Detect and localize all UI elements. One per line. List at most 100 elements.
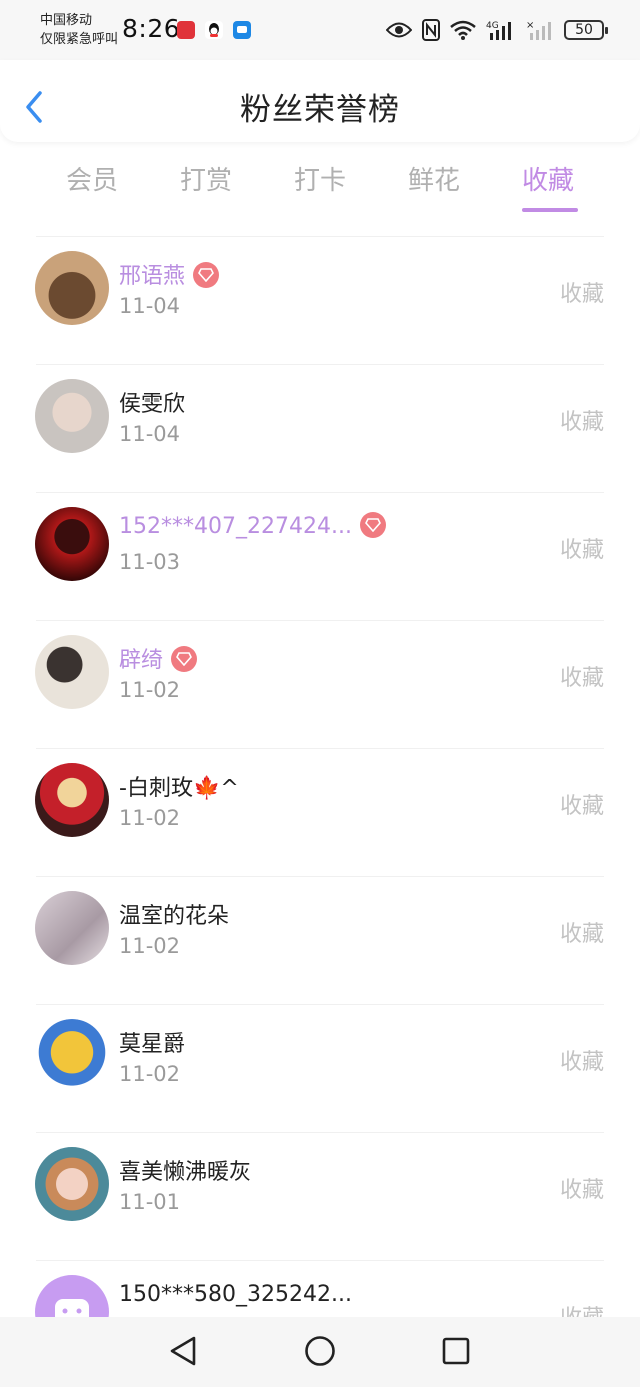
tab-label: 会员 — [65, 166, 118, 196]
circle-home-icon — [305, 1336, 335, 1366]
divider — [36, 748, 604, 749]
clock: 8:26 — [122, 14, 181, 43]
list-item[interactable]: 喜美懒沸暖灰 11-01 收藏 — [0, 1132, 640, 1260]
fan-name: 莫星爵 — [119, 1026, 185, 1058]
favorite-action: 收藏 — [559, 666, 604, 691]
carrier-name: 中国移动 — [40, 13, 93, 28]
favorite-action: 收藏 — [559, 794, 604, 819]
carrier-info: 中国移动 仅限紧急呼叫 — [40, 11, 118, 49]
favorite-action: 收藏 — [559, 538, 604, 563]
tab-label: 收藏 — [521, 166, 574, 196]
fan-name-text: -白刺玫🍁^ — [119, 776, 239, 801]
tab-label: 打赏 — [179, 166, 232, 196]
divider — [36, 876, 604, 877]
list-item[interactable]: 辟绮 11-02 收藏 — [0, 620, 640, 748]
fan-date: 11-04 — [119, 422, 181, 446]
tab-label: 打卡 — [293, 166, 346, 196]
nav-home-button[interactable] — [304, 1335, 336, 1371]
avatar[interactable] — [35, 251, 109, 325]
active-tab-indicator — [522, 208, 578, 212]
avatar[interactable] — [35, 1147, 109, 1221]
fan-name-text: 喜美懒沸暖灰 — [119, 1160, 252, 1185]
divider — [36, 492, 604, 493]
system-nav-bar — [0, 1317, 640, 1387]
page-title: 粉丝荣誉榜 — [240, 92, 400, 128]
wifi-icon — [450, 20, 476, 40]
diamond-badge-icon — [193, 262, 220, 288]
signal-4g-icon: 4G — [486, 21, 511, 40]
diamond-badge-icon — [359, 512, 386, 538]
tab-checkin[interactable]: 打卡 — [270, 160, 370, 197]
carrier-status: 仅限紧急呼叫 — [40, 32, 119, 47]
huawei-app-icon — [177, 21, 195, 39]
fan-date: 11-01 — [119, 1190, 181, 1214]
fan-date: 11-02 — [119, 806, 181, 830]
fan-name: 150***580_325242... — [119, 1282, 352, 1307]
fan-date: 11-04 — [119, 294, 181, 318]
battery-icon: 50 — [564, 20, 608, 40]
tab-flowers[interactable]: 鲜花 — [384, 160, 484, 197]
status-bar: 中国移动 仅限紧急呼叫 8:26 4G × 50 — [0, 0, 640, 60]
nav-back-button[interactable] — [168, 1335, 198, 1371]
fan-name: 152***407_227424... — [119, 512, 386, 540]
favorite-action: 收藏 — [559, 1050, 604, 1075]
avatar[interactable] — [35, 1019, 109, 1093]
tab-reward[interactable]: 打赏 — [156, 160, 256, 197]
eye-icon — [386, 22, 412, 38]
avatar[interactable] — [35, 635, 109, 709]
tab-bar: 会员 打赏 打卡 鲜花 收藏 — [0, 160, 640, 218]
divider — [36, 236, 604, 237]
list-item[interactable]: 莫星爵 11-02 收藏 — [0, 1004, 640, 1132]
diamond-badge-icon — [171, 646, 198, 672]
signal-no-sim-icon: × — [526, 20, 551, 40]
tab-membership[interactable]: 会员 — [42, 160, 142, 197]
svg-text:4G: 4G — [486, 21, 499, 31]
fan-date: 11-02 — [119, 678, 181, 702]
message-app-icon — [233, 21, 251, 39]
divider — [36, 620, 604, 621]
favorite-action: 收藏 — [559, 1178, 604, 1203]
divider — [36, 1260, 604, 1261]
fan-date: 11-03 — [119, 550, 181, 574]
favorite-action: 收藏 — [559, 410, 604, 435]
list-item[interactable]: 邢语燕 11-04 收藏 — [0, 236, 640, 364]
list-item[interactable]: 152***407_227424... 11-03 收藏 — [0, 492, 640, 620]
status-icons: 4G × 50 — [386, 16, 608, 44]
tab-label: 鲜花 — [407, 166, 460, 196]
favorite-action: 收藏 — [559, 922, 604, 947]
nav-recents-button[interactable] — [441, 1335, 471, 1371]
divider — [36, 1004, 604, 1005]
fan-date: 11-02 — [119, 934, 181, 958]
fan-name: 侯雯欣 — [119, 386, 185, 418]
fan-name-text: 侯雯欣 — [119, 392, 186, 417]
fan-name: 辟绮 — [119, 642, 198, 674]
fan-name-text: 152***407_227424... — [119, 514, 352, 539]
fan-name-text: 温室的花朵 — [119, 904, 230, 929]
divider — [36, 364, 604, 365]
tab-favorites[interactable]: 收藏 — [498, 160, 598, 212]
square-recents-icon — [442, 1337, 470, 1365]
fan-name: 邢语燕 — [119, 258, 220, 290]
fan-name-text: 150***580_325242... — [119, 1282, 352, 1307]
fan-name-text: 辟绮 — [119, 648, 164, 673]
qq-icon — [205, 21, 223, 39]
list-item[interactable]: 温室的花朵 11-02 收藏 — [0, 876, 640, 1004]
divider — [36, 1132, 604, 1133]
favorite-action: 收藏 — [559, 282, 604, 307]
svg-text:×: × — [526, 20, 534, 31]
fan-name-text: 莫星爵 — [119, 1032, 186, 1057]
avatar[interactable] — [35, 507, 109, 581]
fan-name: 喜美懒沸暖灰 — [119, 1154, 251, 1186]
list-item[interactable]: 侯雯欣 11-04 收藏 — [0, 364, 640, 492]
fan-name: -白刺玫🍁^ — [119, 770, 239, 802]
fan-name: 温室的花朵 — [119, 898, 229, 930]
avatar[interactable] — [35, 379, 109, 453]
avatar[interactable] — [35, 891, 109, 965]
triangle-back-icon — [170, 1336, 196, 1366]
fan-name-text: 邢语燕 — [119, 264, 186, 289]
avatar[interactable] — [35, 763, 109, 837]
fan-date: 11-02 — [119, 1062, 181, 1086]
list-item[interactable]: -白刺玫🍁^ 11-02 收藏 — [0, 748, 640, 876]
nfc-icon — [422, 19, 440, 41]
header: 粉丝荣誉榜 — [0, 60, 640, 142]
